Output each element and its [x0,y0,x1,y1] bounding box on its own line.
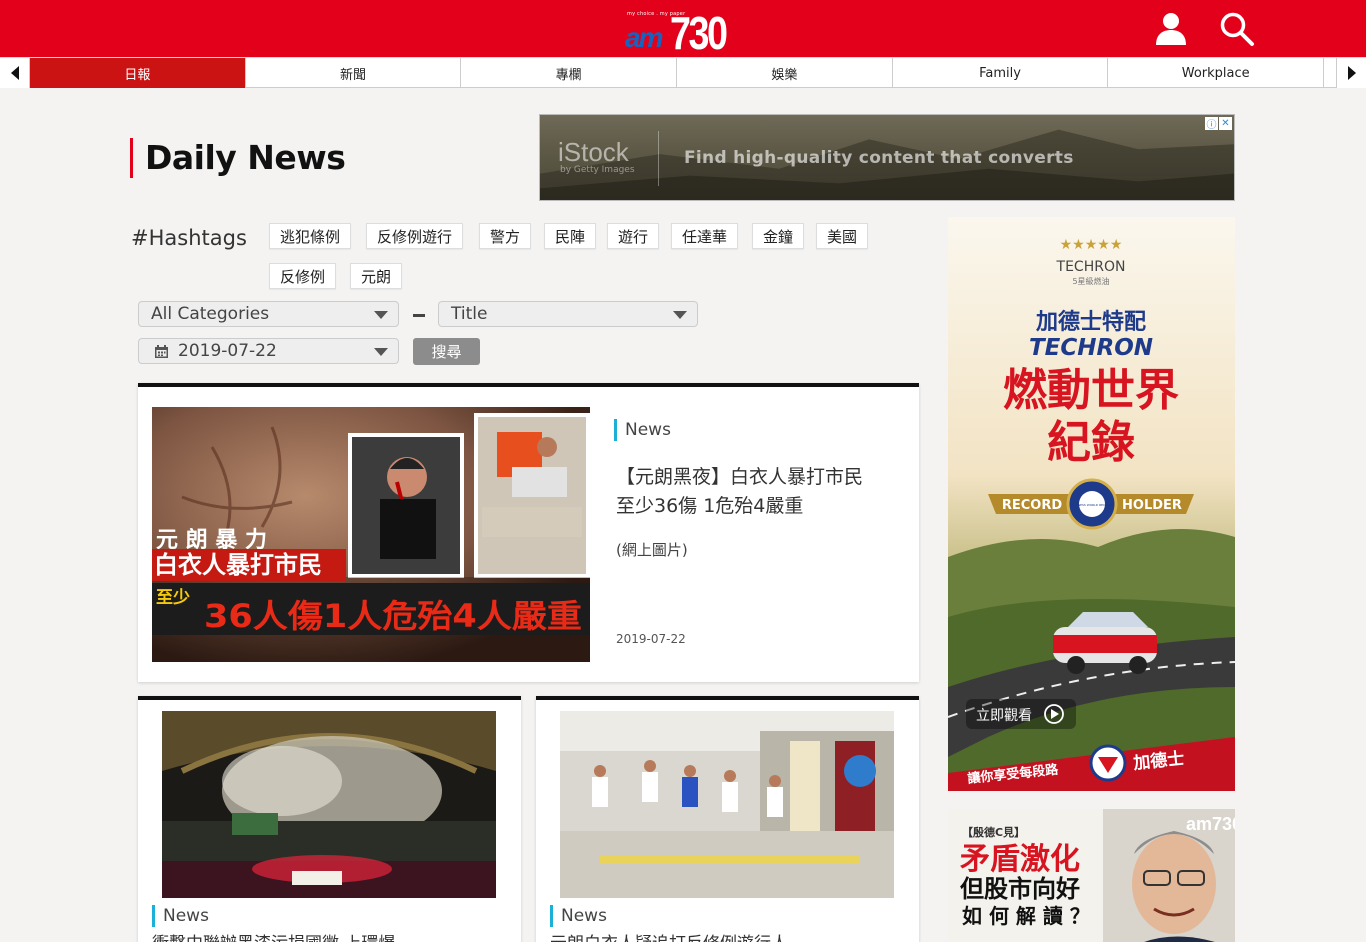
techron-ad-graphic: ★★★★★ TECHRON 5星級燃油 加德士特配 TECHRON 燃動世界 紀… [948,217,1235,791]
nav-tabs: 日報 新聞 專欄 娛樂 Family Workplace [30,58,1325,88]
article-image-graphic [560,711,894,898]
hashtag-button[interactable]: 反修例 [269,263,337,289]
techron-line1: 加德士特配 [1035,309,1146,335]
banner-ad-divider [658,131,659,186]
hashtag-button[interactable]: 元朗 [350,263,403,289]
ad-choices: ⓘ ✕ [1205,117,1232,131]
date-select[interactable]: 2019-07-22 [138,338,399,364]
hashtags-label: #Hashtags [131,226,247,250]
ad-info-icon[interactable]: ⓘ [1205,117,1218,131]
main-nav: 日報 新聞 專欄 娛樂 Family Workplace [0,57,1366,88]
featured-image-graphic: 元 朗 暴 力 白衣人暴打市民 至少 36人傷1人危殆4人嚴重 [152,407,590,662]
hashtag-button[interactable]: 金鐘 [752,223,805,249]
chevron-down-icon [374,348,388,356]
featured-article-image[interactable]: 元 朗 暴 力 白衣人暴打市民 至少 36人傷1人危殆4人嚴重 [152,407,590,662]
column-promo-line1: 矛盾激化 [960,842,1080,877]
tab-columns[interactable]: 專欄 [461,58,678,88]
page-title: Daily News [130,138,346,178]
techron-cta: 立即觀看 [976,708,1032,724]
banner-ad-brand: iStock [558,137,629,167]
article-image[interactable] [162,711,496,898]
banner-ad[interactable]: iStock by Getty Images Find high-quality… [539,114,1235,201]
date-select-value: 2019-07-22 [178,341,277,361]
tab-entertainment[interactable]: 娛樂 [677,58,893,88]
hashtag-button[interactable]: 任達華 [671,223,739,249]
side-ad-column-promo[interactable]: am730 【殷德C見】 矛盾激化 但股市向好 如 何 解 讀 ？ [948,809,1235,942]
chevron-left-icon [10,66,19,80]
hashtag-button[interactable]: 民陣 [544,223,597,249]
search-button[interactable]: 搜尋 [413,338,480,365]
chevron-down-icon [673,311,687,319]
hashtag-button[interactable]: 反修例遊行 [366,223,464,249]
hashtag-button[interactable]: 美國 [816,223,869,249]
techron-stars: ★★★★★ [1060,237,1123,253]
article-category-label: News [152,905,209,927]
techron-record-left: RECORD [1002,498,1062,513]
guinness-seal-text: GUINNESS WORLD RECORDS [1070,503,1114,507]
banner-ad-slogan: Find high-quality content that converts [684,148,1074,168]
article-category-label: News [550,905,607,927]
techron-line2: TECHRON [1029,335,1153,361]
column-promo-logo: am730 [1186,814,1235,834]
article-card: News 衝擊中聯辦黑漆污損國徽 上環爆 [138,696,521,942]
techron-brand-sub: 5星級燃油 [1072,276,1109,286]
nav-scroll-left-button[interactable] [0,58,30,88]
featured-image-line3-prefix: 至少 [156,588,190,608]
featured-article-title[interactable]: 【元朗黑夜】白衣人暴打市民至少36傷 1危殆4嚴重 [616,463,876,521]
article-image[interactable] [560,711,894,898]
article-image-graphic [162,711,496,898]
featured-image-line3: 36人傷1人危殆4人嚴重 [204,597,582,635]
featured-article-description: (網上圖片) [616,541,688,559]
column-promo-line3: 如 何 解 讀 ？ [962,904,1090,928]
sort-select-value: Title [451,304,488,324]
tab-family[interactable]: Family [893,58,1109,88]
top-header: my choice . my paper am 730 [0,0,1366,59]
article-card: News 元朗白衣人疑追打反修例遊行人 [536,696,919,942]
tab-news[interactable]: 新聞 [246,58,462,88]
featured-article-date: 2019-07-22 [616,632,686,646]
column-promo-graphic: am730 【殷德C見】 矛盾激化 但股市向好 如 何 解 讀 ？ [948,809,1235,942]
hashtag-button[interactable]: 逃犯條例 [269,223,352,249]
calendar-icon [155,344,168,358]
sort-select[interactable]: Title [438,301,698,327]
user-icon[interactable] [1155,12,1187,46]
column-promo-tag: 【殷德C見】 [962,825,1025,839]
banner-ad-brand-sub: by Getty Images [560,165,635,175]
chevron-down-icon [374,311,388,319]
techron-brand: TECHRON [1056,259,1126,275]
tab-daily[interactable]: 日報 [30,58,246,88]
category-select[interactable]: All Categories [138,301,399,327]
logo-am: am [625,22,663,53]
techron-record-right: HOLDER [1122,498,1182,513]
techron-headline2: 紀錄 [1047,417,1135,468]
chevron-right-icon [1347,66,1356,80]
techron-headline1: 燃動世界 [1003,365,1179,416]
search-icon[interactable] [1219,11,1255,47]
featured-category-label: News [614,419,671,441]
filter-separator [413,314,425,317]
tab-workplace[interactable]: Workplace [1108,58,1325,88]
hashtag-button[interactable]: 遊行 [607,223,660,249]
featured-article-card: 元 朗 暴 力 白衣人暴打市民 至少 36人傷1人危殆4人嚴重 News 【元朗… [138,383,919,682]
logo-number: 730 [670,7,728,59]
nav-scroll-right-button[interactable] [1336,58,1366,88]
side-ad-techron[interactable]: ★★★★★ TECHRON 5星級燃油 加德士特配 TECHRON 燃動世界 紀… [948,217,1235,791]
am730-logo[interactable]: my choice . my paper am 730 [625,6,743,59]
category-select-value: All Categories [151,304,270,324]
featured-image-line2: 白衣人暴打市民 [154,551,322,579]
article-title[interactable]: 衝擊中聯辦黑漆污損國徽 上環爆 [152,929,395,942]
ad-close-icon[interactable]: ✕ [1219,117,1232,130]
article-title[interactable]: 元朗白衣人疑追打反修例遊行人 [550,929,788,942]
hashtag-button[interactable]: 警方 [479,223,532,249]
column-promo-line2: 但股市向好 [960,875,1080,903]
